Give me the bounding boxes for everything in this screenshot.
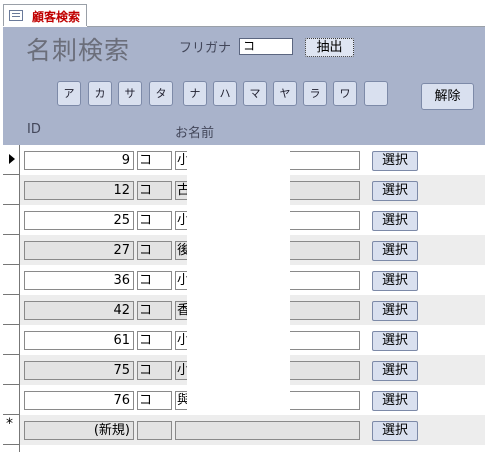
select-button[interactable]: 選択 xyxy=(372,241,418,261)
select-button[interactable]: 選択 xyxy=(372,181,418,201)
redaction-overlay xyxy=(187,150,290,415)
name-field[interactable] xyxy=(175,421,360,440)
kana-button-ka[interactable]: カ xyxy=(88,81,112,106)
record-selector-column: * xyxy=(3,145,20,452)
form-title: 名刺検索 xyxy=(26,36,131,65)
select-button[interactable]: 選択 xyxy=(372,301,418,321)
kana-button-na[interactable]: ナ xyxy=(183,81,207,106)
id-field[interactable]: (新規) xyxy=(24,421,134,440)
kana-button-ta[interactable]: タ xyxy=(149,81,173,106)
kana-button-blank[interactable] xyxy=(364,81,388,106)
kana-field[interactable]: コ xyxy=(137,391,172,410)
form-icon xyxy=(9,10,23,21)
select-button[interactable]: 選択 xyxy=(372,151,418,171)
record-selector[interactable] xyxy=(3,325,20,355)
kana-button-ra[interactable]: ラ xyxy=(303,81,327,106)
kana-button-sa[interactable]: サ xyxy=(118,81,142,106)
select-button[interactable]: 選択 xyxy=(372,421,418,441)
kana-field[interactable]: コ xyxy=(137,361,172,380)
id-field[interactable]: 12 xyxy=(24,181,134,200)
record-selector[interactable]: * xyxy=(3,415,20,445)
id-field[interactable]: 75 xyxy=(24,361,134,380)
record-selector[interactable] xyxy=(3,385,20,415)
record-selector[interactable] xyxy=(3,355,20,385)
kana-field[interactable]: コ xyxy=(137,211,172,230)
kana-field[interactable]: コ xyxy=(137,151,172,170)
select-button[interactable]: 選択 xyxy=(372,271,418,291)
record-selector[interactable] xyxy=(3,145,20,175)
select-button[interactable]: 選択 xyxy=(372,211,418,231)
kana-button-ha[interactable]: ハ xyxy=(213,81,237,106)
furigana-label: フリガナ xyxy=(179,41,232,56)
new-record-asterisk-icon: * xyxy=(6,416,13,432)
document-tab[interactable]: 顧客検索 xyxy=(3,4,87,26)
id-field[interactable]: 42 xyxy=(24,301,134,320)
kana-field[interactable]: コ xyxy=(137,331,172,350)
select-button[interactable]: 選択 xyxy=(372,361,418,381)
current-record-arrow-icon xyxy=(9,154,15,164)
id-field[interactable]: 61 xyxy=(24,331,134,350)
clear-button[interactable]: 解除 xyxy=(421,83,474,110)
kana-field[interactable]: コ xyxy=(137,271,172,290)
form-header: 名刺検索 フリガナ コ 抽出 ア カ サ タ ナ ハ マ ヤ ラ ワ 解除 ID… xyxy=(3,27,485,145)
document-tab-bar: 顧客検索 xyxy=(0,0,485,27)
id-field[interactable]: 76 xyxy=(24,391,134,410)
record-selector[interactable] xyxy=(3,295,20,325)
column-header-id: ID xyxy=(27,122,41,137)
id-field[interactable]: 27 xyxy=(24,241,134,260)
kana-button-a[interactable]: ア xyxy=(57,81,81,106)
kana-field[interactable]: コ xyxy=(137,181,172,200)
furigana-input[interactable]: コ xyxy=(239,38,293,55)
column-header-name: お名前 xyxy=(175,126,215,141)
kana-button-ya[interactable]: ヤ xyxy=(273,81,297,106)
record-selector[interactable] xyxy=(3,265,20,295)
document-tab-title: 顧客検索 xyxy=(32,10,81,24)
id-field[interactable]: 36 xyxy=(24,271,134,290)
record-selector[interactable] xyxy=(3,175,20,205)
id-field[interactable]: 25 xyxy=(24,211,134,230)
new-record-row: (新規) 選択 xyxy=(20,415,485,445)
select-button[interactable]: 選択 xyxy=(372,391,418,411)
kana-button-wa[interactable]: ワ xyxy=(333,81,357,106)
select-button[interactable]: 選択 xyxy=(372,331,418,351)
record-selector[interactable] xyxy=(3,235,20,265)
kana-field[interactable] xyxy=(137,421,172,440)
record-selector[interactable] xyxy=(3,205,20,235)
extract-button[interactable]: 抽出 xyxy=(305,38,354,57)
kana-field[interactable]: コ xyxy=(137,301,172,320)
id-field[interactable]: 9 xyxy=(24,151,134,170)
kana-field[interactable]: コ xyxy=(137,241,172,260)
kana-button-ma[interactable]: マ xyxy=(243,81,267,106)
